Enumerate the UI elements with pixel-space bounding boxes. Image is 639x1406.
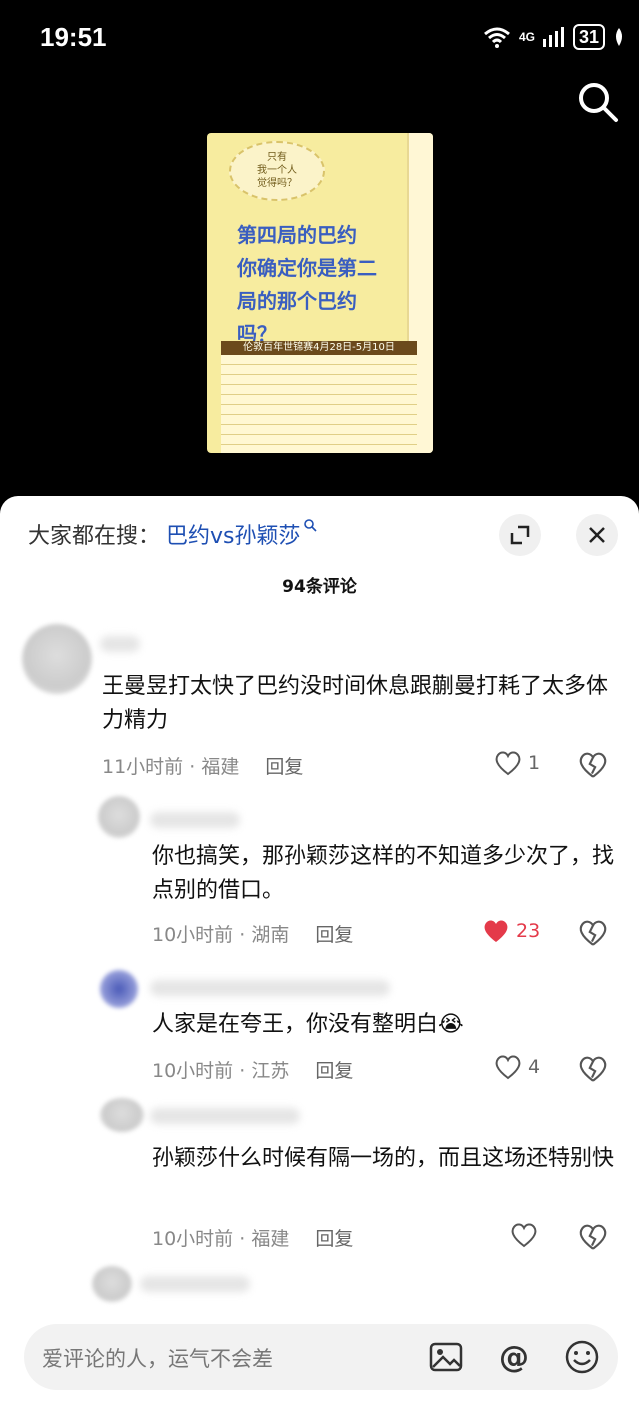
like-count: 23 <box>516 920 541 942</box>
heart-icon <box>511 1223 537 1248</box>
schedule-table-title: 伦敦百年世锦赛4月28日-5月10日 <box>221 341 417 355</box>
video-caption: 第四局的巴约 你确定你是第二 局的那个巴约 吗？ <box>237 223 377 346</box>
close-icon <box>589 527 605 543</box>
thought-bubble: 只有 我一个人 觉得吗？ <box>229 141 325 201</box>
comment-sheet: 大家都在搜： 巴约vs孙颖莎 94条评论 王曼昱打太快了巴约没时间休息跟蒯曼打耗了… <box>0 496 639 1406</box>
wifi-icon <box>483 27 510 48</box>
like-button[interactable]: 23 <box>482 918 540 944</box>
search-icon[interactable] <box>576 80 620 124</box>
avatar[interactable] <box>92 1266 132 1302</box>
status-bar: 19:51 4G 31 <box>0 0 639 76</box>
status-icons: 4G 31 <box>483 24 625 50</box>
heart-filled-icon <box>484 920 508 942</box>
username[interactable] <box>100 636 140 652</box>
comment-count: 94条评论 <box>282 577 357 597</box>
like-count: 4 <box>528 1056 541 1078</box>
username[interactable] <box>150 812 240 828</box>
trending-search[interactable]: 大家都在搜： 巴约vs孙颖莎 <box>28 518 317 550</box>
heart-icon <box>495 1055 521 1080</box>
emoji-icon[interactable] <box>562 1337 602 1377</box>
mention-icon[interactable]: @ <box>494 1337 534 1377</box>
image-icon[interactable] <box>426 1337 466 1377</box>
username[interactable] <box>150 980 390 996</box>
avatar[interactable] <box>22 624 92 694</box>
schedule-table <box>221 355 417 453</box>
video-thumbnail[interactable]: 只有 我一个人 觉得吗？ 第四局的巴约 你确定你是第二 局的那个巴约 吗？ 伦敦… <box>207 133 433 453</box>
comment-meta: 10小时前 · 福建 回复 <box>152 1228 354 1250</box>
signal-icon <box>542 27 564 47</box>
comment-meta: 10小时前 · 江苏 回复 <box>152 1060 354 1082</box>
comment-time: 10小时前 <box>152 1060 234 1082</box>
avatar[interactable] <box>100 970 138 1008</box>
like-count: 1 <box>528 752 541 774</box>
username[interactable] <box>150 1108 300 1124</box>
broken-heart-icon[interactable] <box>578 918 608 948</box>
trend-label: 大家都在搜： <box>28 524 161 549</box>
comment-meta: 10小时前 · 湖南 回复 <box>152 924 354 946</box>
comment-location: 福建 <box>251 1228 290 1250</box>
broken-heart-icon[interactable] <box>578 750 608 780</box>
expand-button[interactable] <box>499 514 541 556</box>
reply-button[interactable]: 回复 <box>315 1228 353 1250</box>
search-small-icon <box>303 519 317 532</box>
close-button[interactable] <box>576 514 618 556</box>
comment-time: 11小时前 <box>102 756 184 778</box>
heart-icon <box>495 751 521 776</box>
avatar[interactable] <box>98 796 140 838</box>
like-button[interactable]: 1 <box>494 750 540 776</box>
comment-text: 人家是在夸王，你没有整明白😭 <box>152 1012 464 1037</box>
username[interactable] <box>140 1276 250 1292</box>
comment-location: 湖南 <box>251 924 290 946</box>
reply-button[interactable]: 回复 <box>315 1060 353 1082</box>
comment-meta: 11小时前 · 福建 回复 <box>102 756 304 778</box>
broken-heart-icon[interactable] <box>578 1222 608 1252</box>
expand-icon <box>510 525 530 545</box>
comment-text: 孙颖莎什么时候有隔一场的，而且这场还特别快 <box>152 1146 615 1171</box>
battery-level: 31 <box>572 24 605 50</box>
comment-location: 江苏 <box>251 1060 290 1082</box>
avatar[interactable] <box>100 1098 144 1132</box>
comment-time: 10小时前 <box>152 924 234 946</box>
reply-button[interactable]: 回复 <box>265 756 303 778</box>
trend-term[interactable]: 巴约vs孙颖莎 <box>166 524 300 549</box>
comment-input[interactable]: 爱评论的人，运气不会差 <box>42 1343 273 1373</box>
leaf-icon <box>616 28 622 46</box>
comment-text: 你也搞笑，那孙颖莎这样的不知道多少次了，找点别的借口。 <box>152 844 615 903</box>
network-type: 4G <box>518 30 535 44</box>
comment-location: 福建 <box>201 756 240 778</box>
comment-text: 王曼昱打太快了巴约没时间休息跟蒯曼打耗了太多体力精力 <box>102 674 609 733</box>
like-button[interactable] <box>510 1222 538 1248</box>
comment-input-bar[interactable]: 爱评论的人，运气不会差 @ <box>24 1324 618 1390</box>
status-time: 19:51 <box>40 22 107 52</box>
like-button[interactable]: 4 <box>494 1054 540 1080</box>
comment-time: 10小时前 <box>152 1228 234 1250</box>
reply-button[interactable]: 回复 <box>315 924 353 946</box>
broken-heart-icon[interactable] <box>578 1054 608 1084</box>
svg-text:@: @ <box>499 1340 529 1375</box>
